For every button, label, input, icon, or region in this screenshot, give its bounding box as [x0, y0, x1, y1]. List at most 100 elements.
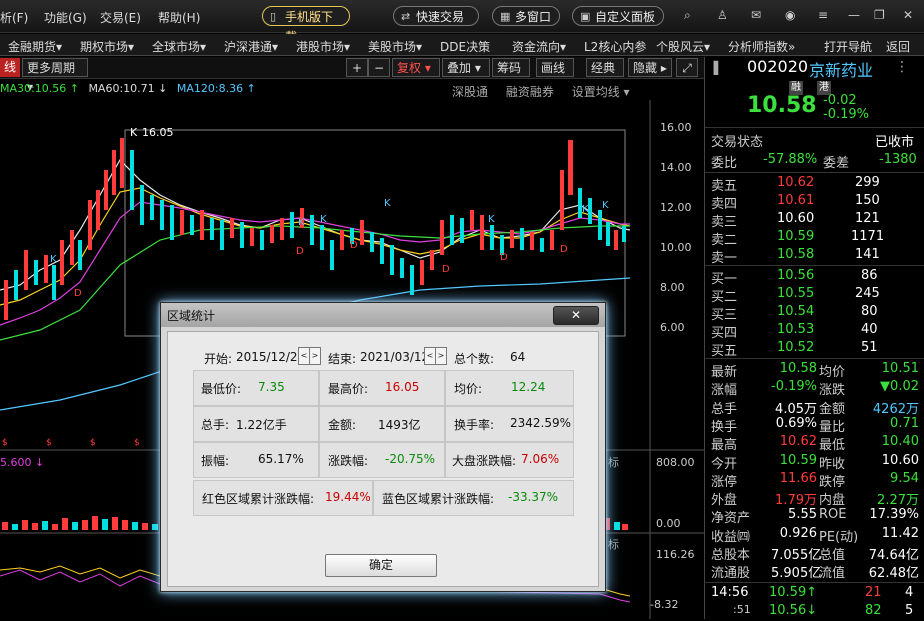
more-period-dropdown[interactable]: 更多周期 ▾ [22, 58, 88, 94]
menu-function[interactable]: 功能(G) [44, 9, 87, 26]
custom-panel-button[interactable]: ▣ 自定义面板 [572, 6, 664, 26]
stats-cell: 收益㈣ [711, 529, 751, 545]
mail-icon[interactable]: ✉ [751, 8, 761, 22]
user-icon[interactable]: ♙ [717, 8, 728, 22]
grid-icon: ▦ [500, 10, 511, 23]
stats-row: 总手 4.05万 金额 4262万 [705, 398, 924, 417]
stock-list-icon[interactable]: ⋮ [895, 59, 909, 75]
start-next-button[interactable]: > [309, 347, 321, 365]
amplitude-value: 65.17% [258, 452, 304, 466]
nav-stock-news[interactable]: 个股风云▾ [656, 38, 710, 55]
indicator-tag[interactable]: 标 [608, 455, 619, 469]
menu-help[interactable]: 帮助(H) [158, 9, 200, 26]
dialog-title-bar[interactable]: 区域统计 ✕ [161, 303, 605, 327]
nav-options[interactable]: 期权市场▾ [80, 38, 134, 55]
mobile-download-button[interactable]: ▯ 手机版下载 [262, 6, 350, 44]
ask-row[interactable]: 卖一 10.58 141 [705, 247, 924, 266]
stats-cell: 0.69% [775, 415, 817, 431]
settings-icon[interactable]: ≡ [818, 8, 828, 22]
start-value: 2015/12/28 [236, 350, 306, 364]
menu-file[interactable]: 析(F) [0, 9, 28, 26]
end-next-button[interactable]: > [435, 347, 447, 365]
chips-button[interactable]: 筹码 [492, 58, 530, 77]
stats-cell: 昨收 [819, 456, 846, 472]
dialog-close-button[interactable]: ✕ [553, 306, 599, 325]
fullscreen-icon[interactable]: ⤢ [676, 58, 698, 77]
stats-row: 换手 0.69% 量比 0.71 [705, 415, 924, 435]
indicator-tag[interactable]: 标 [608, 537, 619, 551]
bid-row[interactable]: 买四 10.53 40 [705, 322, 924, 341]
weibi-value: -57.88% [763, 152, 818, 167]
nav-hk-connect[interactable]: 沪深港通▾ [224, 38, 278, 55]
bid-row[interactable]: 买三 10.54 80 [705, 304, 924, 323]
restore-icon[interactable]: ❐ [874, 8, 885, 22]
classic-button[interactable]: 经典 [586, 58, 624, 77]
menu-trade[interactable]: 交易(E) [100, 9, 141, 26]
nav-l2[interactable]: L2核心内参 [584, 38, 646, 55]
ok-button[interactable]: 确定 [325, 554, 437, 577]
minimize-icon[interactable]: — [848, 8, 860, 22]
overlay-dropdown[interactable]: 叠加 ▾ [442, 58, 490, 77]
bid-row[interactable]: 买一 10.56 86 [705, 268, 924, 287]
stats-cell: 最低 [819, 438, 846, 454]
bid-row[interactable]: 买五 10.52 51 [705, 340, 924, 359]
change-label: 涨跌幅: [328, 454, 369, 468]
back-button[interactable]: 返回 [886, 38, 910, 55]
stats-cell: 4.05万 [775, 401, 817, 417]
last-price: 10.58 [747, 93, 817, 118]
close-icon[interactable]: ✕ [903, 8, 913, 22]
stats-cell: 流通股 [711, 566, 751, 582]
nav-financial-futures[interactable]: 金融期货▾ [8, 38, 62, 55]
stats-cell: 10.40 [881, 434, 919, 450]
nav-global[interactable]: 全球市场▾ [152, 38, 206, 55]
stats-cell: 10.59 [779, 452, 817, 468]
quick-trade-button[interactable]: ⇄ 快速交易 [393, 6, 479, 26]
svg-text:K: K [488, 214, 495, 225]
stats-cell: 总值 [819, 548, 846, 563]
stats-cell: 11.66 [779, 470, 817, 486]
period-line-button[interactable]: 线 [0, 58, 21, 77]
avg-value: 12.24 [511, 380, 546, 394]
nav-us-stocks[interactable]: 美股市场▾ [368, 38, 422, 55]
nav-hk-stocks[interactable]: 港股市场▾ [296, 38, 350, 55]
ask-row[interactable]: 卖三 10.60 121 [705, 211, 924, 230]
prev-stock-icon[interactable]: ▐ [709, 61, 718, 75]
y-tick: 12.00 [660, 201, 692, 214]
ask-row[interactable]: 卖四 10.61 150 [705, 193, 924, 212]
nav-fund-flow[interactable]: 资金流向▾ [512, 38, 566, 55]
zoom-out-icon[interactable]: − [368, 58, 390, 77]
stats-cell: 均价 [819, 365, 846, 380]
nav-dde[interactable]: DDE决策 [440, 38, 490, 55]
skin-icon[interactable]: ◉ [785, 8, 795, 22]
stats-cell: 涨停 [711, 474, 738, 490]
draw-line-button[interactable]: 画线 [536, 58, 574, 77]
y-tick: 16.00 [660, 121, 692, 134]
phone-icon: ▯ [270, 10, 277, 23]
price-change-pct: -0.19% [823, 107, 869, 122]
y-tick: 14.00 [660, 161, 692, 174]
turnover-label: 换手率: [454, 418, 495, 432]
ask-row[interactable]: 卖二 10.59 1171 [705, 229, 924, 248]
start-label: 开始: [204, 352, 233, 366]
stats-cell: 17.39% [869, 507, 919, 523]
nav-analyst[interactable]: 分析师指数» [728, 38, 795, 55]
zoom-in-icon[interactable]: + [346, 58, 368, 77]
adjust-dropdown[interactable]: 复权 ▾ [392, 58, 440, 77]
multi-window-button[interactable]: ▦ 多窗口 [492, 6, 560, 26]
ma-settings-dropdown[interactable]: 设置均线 ▾ [572, 85, 630, 99]
stats-cell: 74.64亿 [868, 548, 919, 563]
peak-label: 16.05 [142, 126, 174, 139]
ask-row[interactable]: 卖五 10.62 299 [705, 175, 924, 194]
search-icon[interactable]: ⌕ [684, 8, 691, 23]
bid-row[interactable]: 买二 10.55 245 [705, 286, 924, 305]
hide-button[interactable]: 隐藏 ▸ [628, 58, 672, 77]
stats-cell: 11.42 [881, 525, 919, 541]
margin-trading-link[interactable]: 融资融券 [506, 85, 554, 99]
shenzhen-connect-link[interactable]: 深股通 [452, 85, 488, 99]
end-label: 结束: [328, 352, 357, 366]
y-tick: 10.00 [660, 241, 692, 254]
index-change-value: 7.06% [521, 452, 560, 466]
open-nav-button[interactable]: 打开导航 [824, 38, 872, 55]
amount-label: 金额: [328, 418, 357, 432]
stats-row: 涨停 11.66 跌停 9.54 [705, 470, 924, 490]
